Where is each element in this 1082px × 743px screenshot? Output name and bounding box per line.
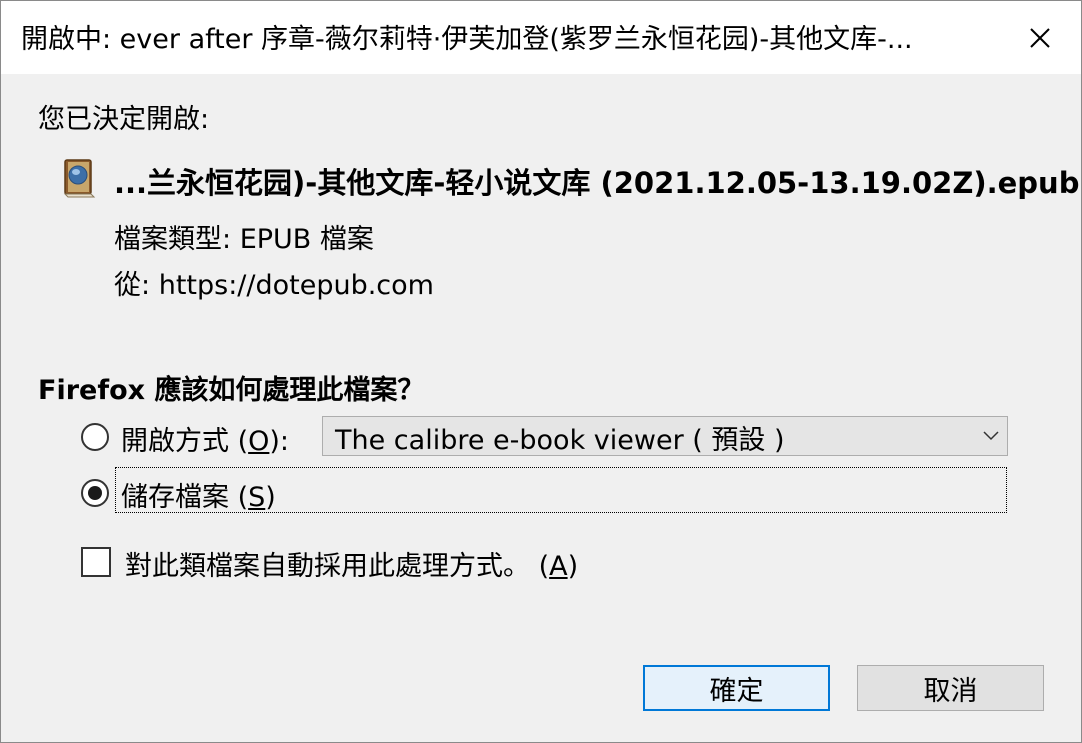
selected-app: The calibre e-book viewer ( 預設 ) bbox=[335, 425, 785, 456]
dialog-content: 您已決定開啟: ...兰永恒花园)-其他文库-轻小说文库 (2021.12.05… bbox=[1, 74, 1081, 742]
close-button[interactable] bbox=[999, 1, 1081, 74]
dialog-heading: 您已決定開啟: bbox=[38, 104, 210, 135]
file-source-url: https://dotepub.com bbox=[158, 270, 434, 301]
open-with-radio[interactable] bbox=[81, 423, 109, 451]
save-file-radio[interactable] bbox=[81, 479, 109, 507]
open-with-label[interactable]: 開啟方式 (O): bbox=[121, 419, 289, 458]
file-type-label: 檔案類型: bbox=[114, 224, 232, 255]
window-title: 開啟中: ever after 序章-薇尔莉特·伊芙加登(紫罗兰永恒花园)-其他… bbox=[21, 24, 913, 55]
file-type-value: EPUB 檔案 bbox=[239, 224, 374, 255]
chevron-down-icon bbox=[983, 431, 999, 441]
handling-question: Firefox 應該如何處理此檔案？ bbox=[38, 375, 425, 406]
file-name: ...兰永恒花园)-其他文库-轻小说文库 (2021.12.05-13.19.0… bbox=[114, 166, 1080, 200]
open-file-dialog: 開啟中: ever after 序章-薇尔莉特·伊芙加登(紫罗兰永恒花园)-其他… bbox=[0, 0, 1082, 743]
ebook-icon bbox=[61, 158, 97, 198]
title-bar: 開啟中: ever after 序章-薇尔莉特·伊芙加登(紫罗兰永恒花园)-其他… bbox=[1, 1, 1081, 74]
file-source-row: 從: https://dotepub.com bbox=[114, 263, 434, 302]
remember-choice-checkbox[interactable] bbox=[81, 547, 111, 577]
open-with-app-select[interactable]: The calibre e-book viewer ( 預設 ) bbox=[322, 416, 1008, 456]
close-icon bbox=[1030, 27, 1050, 48]
cancel-button[interactable]: 取消 bbox=[857, 665, 1044, 711]
ok-button[interactable]: 確定 bbox=[643, 665, 830, 711]
file-type-row: 檔案類型: EPUB 檔案 bbox=[114, 217, 374, 256]
file-source-label: 從: bbox=[114, 270, 151, 301]
save-file-label[interactable]: 儲存檔案 (S) bbox=[121, 475, 276, 514]
remember-choice-label[interactable]: 對此類檔案自動採用此處理方式。 (A) bbox=[125, 544, 578, 583]
